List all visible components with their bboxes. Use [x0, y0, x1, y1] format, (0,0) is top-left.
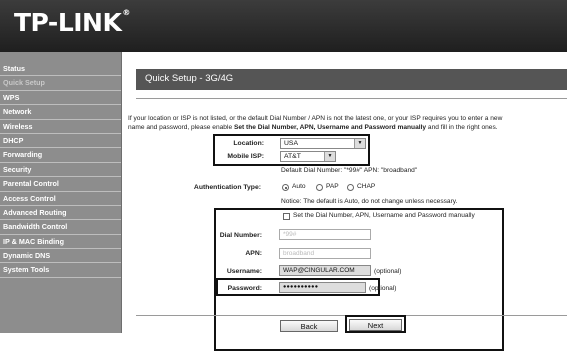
header-bar: TP-LINK® — [0, 0, 567, 52]
intro-text-line1: If your location or ISP is not listed, o… — [128, 115, 503, 122]
sidebar-item-network[interactable]: Network — [0, 105, 121, 120]
tp-link-logo: TP-LINK® — [14, 8, 130, 37]
username-label: Username: — [226, 268, 262, 275]
manual-settings-label: Set the Dial Number, APN, Username and P… — [293, 212, 475, 219]
auth-type-label: Authentication Type: — [193, 184, 261, 191]
sidebar-item-access-control[interactable]: Access Control — [0, 192, 121, 206]
chevron-down-icon: ▼ — [324, 152, 335, 161]
intro-text-pre: name and password, please enable — [128, 124, 234, 131]
username-input[interactable]: WAP@CINGULAR.COM — [279, 265, 371, 276]
chevron-down-icon: ▼ — [354, 139, 365, 148]
password-label: Password: — [227, 285, 262, 292]
divider — [136, 98, 567, 99]
sidebar-item-wireless[interactable]: Wireless — [0, 120, 121, 134]
sidebar-nav: Status Quick Setup WPS Network Wireless … — [0, 52, 122, 333]
apn-label: APN: — [245, 250, 262, 257]
next-button[interactable]: Next — [349, 319, 402, 331]
page-title: Quick Setup - 3G/4G — [145, 73, 234, 84]
isp-select[interactable]: AT&T ▼ — [280, 151, 336, 162]
dial-number-label: Dial Number: — [219, 232, 262, 239]
sidebar-item-wps[interactable]: WPS — [0, 91, 121, 106]
manual-settings-checkbox[interactable] — [283, 213, 290, 220]
auth-chap-radio[interactable] — [347, 184, 354, 191]
logo-registered-mark: ® — [122, 8, 130, 17]
sidebar-item-forwarding[interactable]: Forwarding — [0, 148, 121, 163]
apn-input[interactable]: broadband — [279, 248, 371, 259]
location-value: USA — [284, 140, 298, 147]
auth-auto-label: Auto — [292, 183, 306, 190]
username-hint: (optional) — [374, 268, 402, 275]
default-dial-note: Default Dial Number: "*99#" APN: "broadb… — [281, 167, 418, 174]
sidebar-item-parental-control[interactable]: Parental Control — [0, 177, 121, 192]
location-label: Location: — [233, 140, 264, 147]
intro-text-line2: name and password, please enable Set the… — [128, 124, 567, 131]
sidebar-item-dynamic-dns[interactable]: Dynamic DNS — [0, 249, 121, 264]
password-hint: (optional) — [369, 285, 397, 292]
sidebar-item-status[interactable]: Status — [0, 62, 121, 77]
auth-pap-radio[interactable] — [316, 184, 323, 191]
main-content: Quick Setup - 3G/4G If your location or … — [122, 52, 567, 351]
auth-notice: Notice: The default is Auto, do not chan… — [281, 198, 458, 205]
sidebar-item-dhcp[interactable]: DHCP — [0, 134, 121, 149]
sidebar-item-quick-setup[interactable]: Quick Setup — [0, 76, 121, 91]
back-button[interactable]: Back — [280, 320, 338, 332]
auth-pap-label: PAP — [326, 183, 339, 190]
intro-text-post: and fill in the right ones. — [426, 124, 498, 131]
sidebar-item-ip-mac-binding[interactable]: IP & MAC Binding — [0, 235, 121, 250]
auth-auto-radio[interactable] — [282, 184, 289, 191]
logo-text: TP-LINK — [14, 8, 122, 37]
sidebar-item-advanced-routing[interactable]: Advanced Routing — [0, 206, 121, 221]
password-input[interactable]: ●●●●●●●●●● — [279, 282, 366, 293]
isp-value: AT&T — [284, 153, 301, 160]
isp-label: Mobile ISP: — [227, 153, 264, 160]
sidebar-item-system-tools[interactable]: System Tools — [0, 263, 121, 278]
sidebar-item-bandwidth-control[interactable]: Bandwidth Control — [0, 220, 121, 235]
page-title-banner: Quick Setup - 3G/4G — [136, 69, 567, 90]
dial-number-input[interactable]: *99# — [279, 229, 371, 240]
auth-chap-label: CHAP — [357, 183, 376, 190]
intro-text-bold: Set the Dial Number, APN, Username and P… — [233, 124, 427, 131]
sidebar-item-security[interactable]: Security — [0, 163, 121, 178]
location-select[interactable]: USA ▼ — [280, 138, 366, 149]
